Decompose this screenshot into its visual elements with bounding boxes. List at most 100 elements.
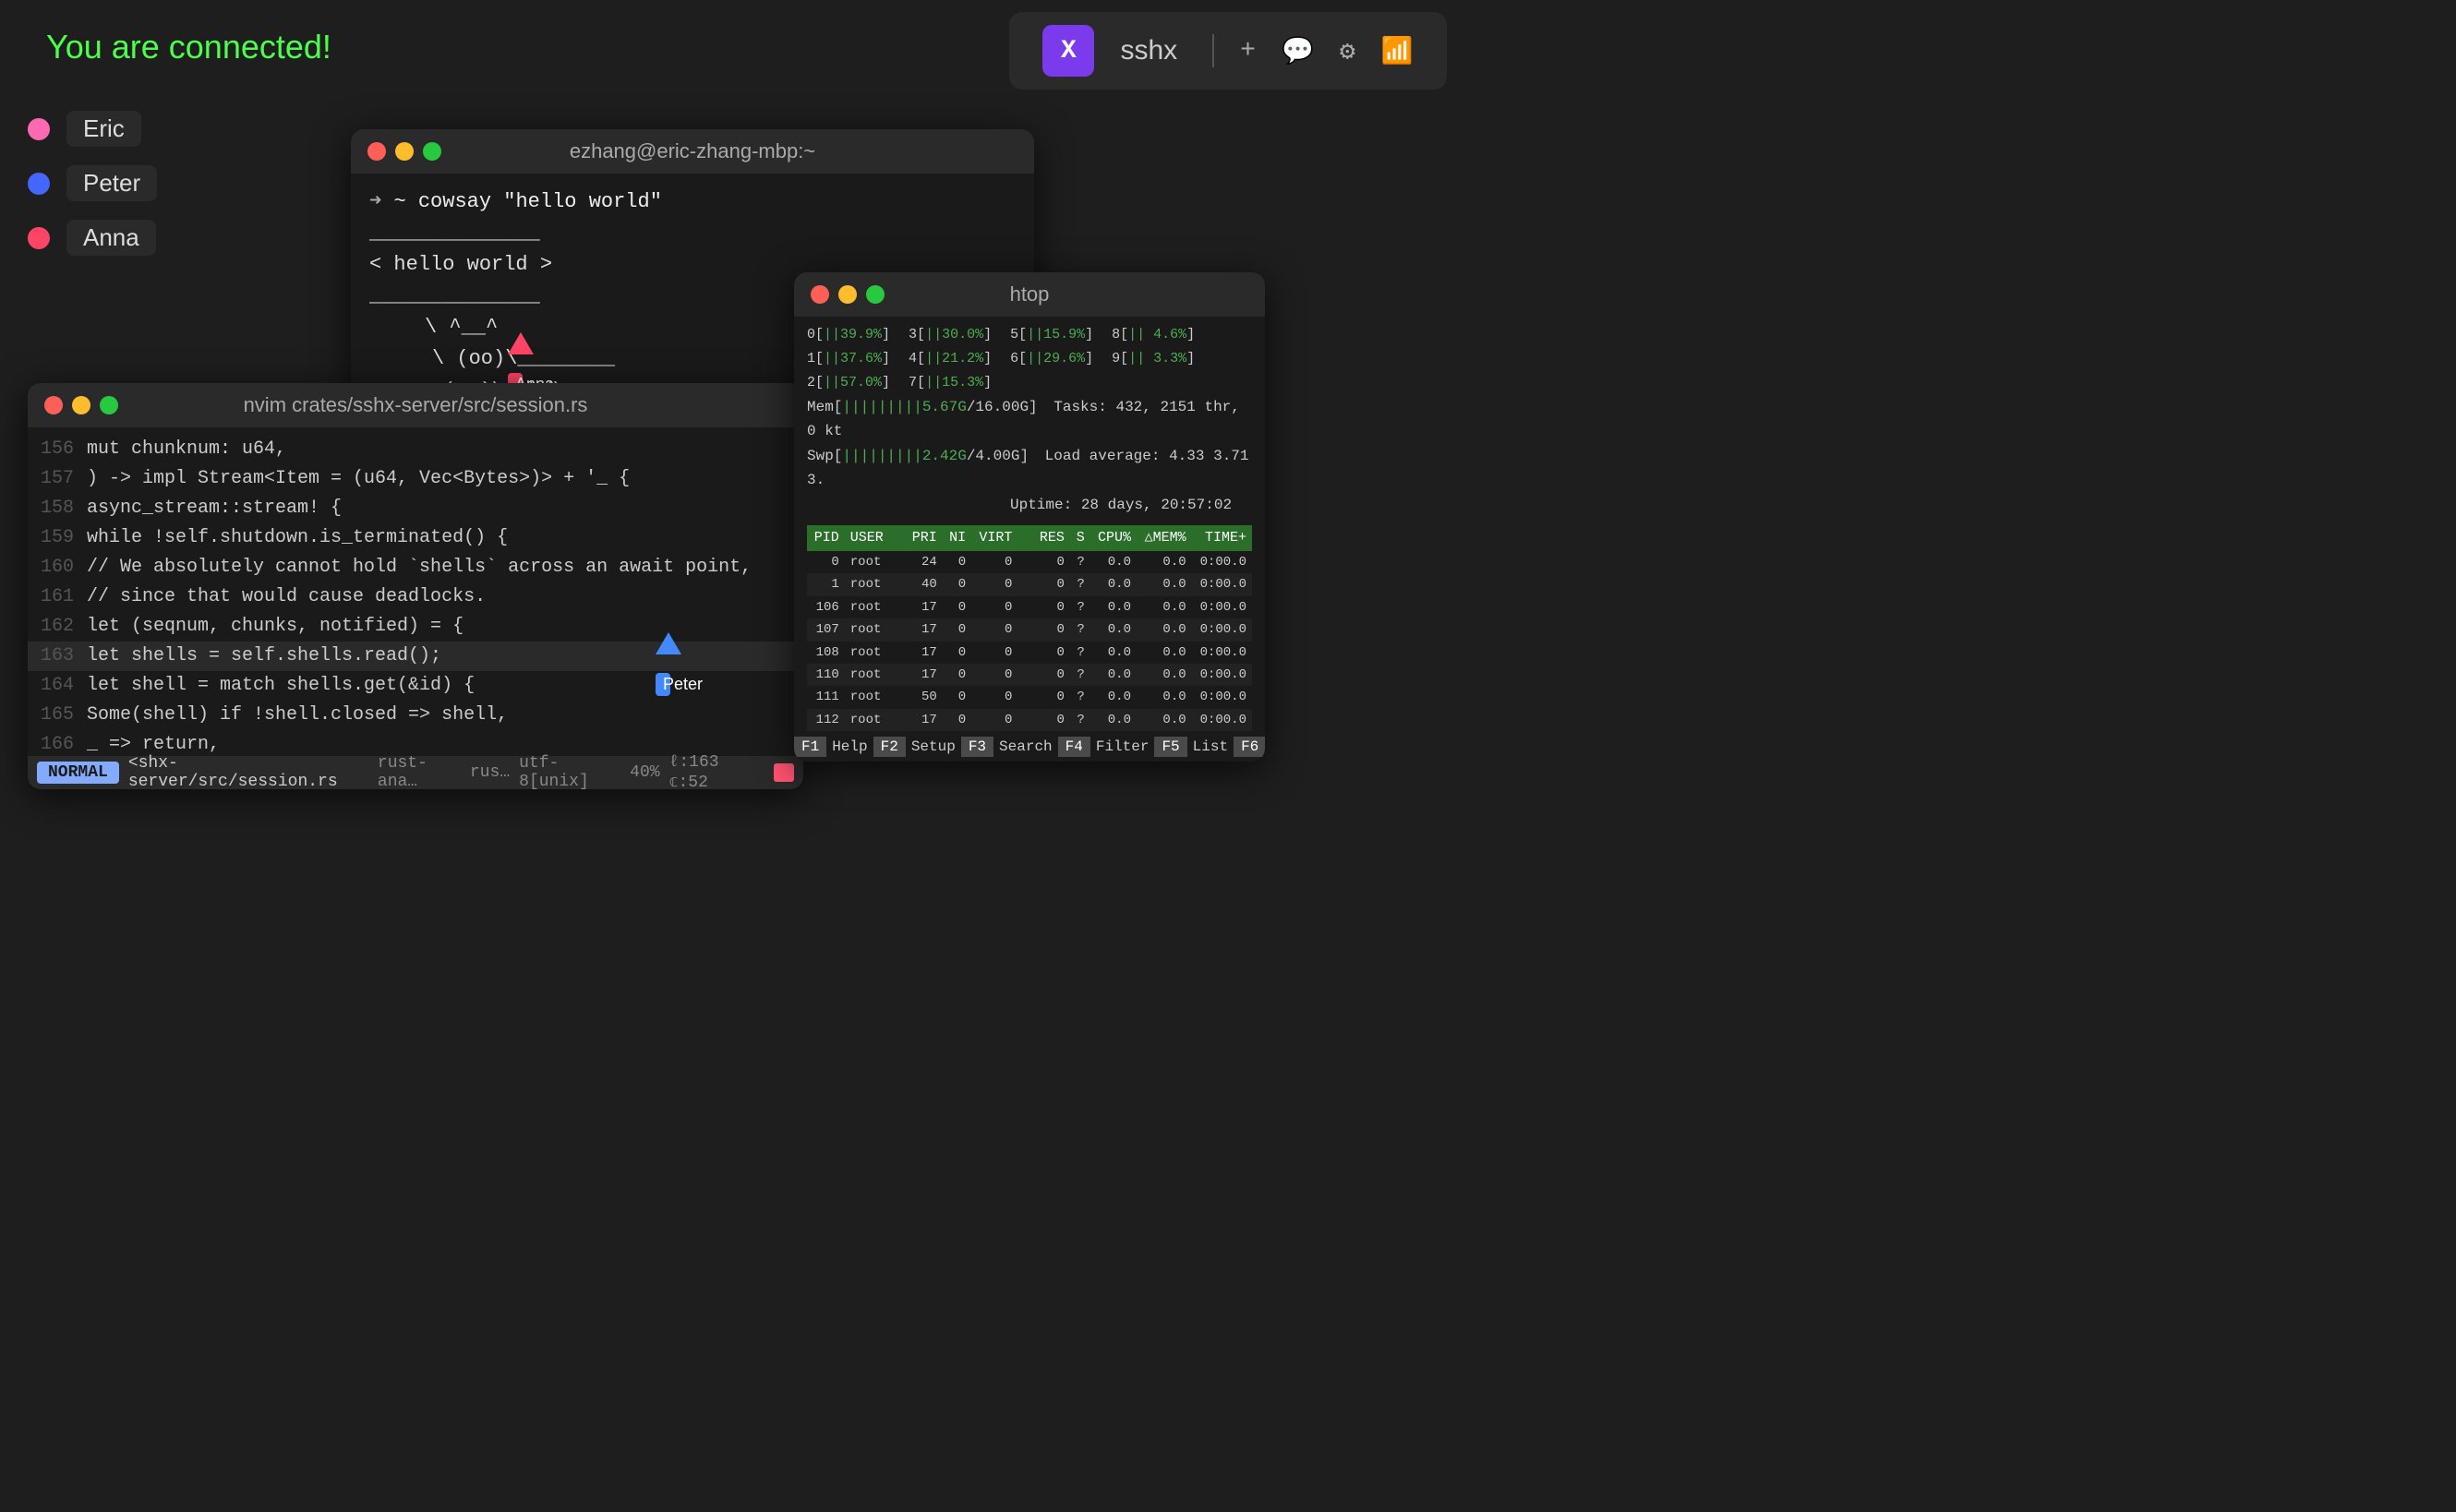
- htop-col-pid: PID: [807, 525, 845, 551]
- htop-swap: Swp[|||||||||2.42G/4.00G] Load average: …: [807, 445, 1252, 492]
- htop-cell: 0: [971, 642, 1017, 664]
- htop-cell: root: [845, 642, 905, 664]
- nvim-minimize-btn[interactable]: [72, 396, 90, 414]
- htop-window: htop 0[||39.9%] 3[||30.0%] 5[||15.9%] 8[…: [794, 272, 1265, 762]
- htop-f5[interactable]: F5: [1154, 737, 1186, 757]
- htop-mem: Mem[|||||||||5.67G/16.00G] Tasks: 432, 2…: [807, 396, 1252, 443]
- line-number-165: 165: [41, 701, 87, 730]
- htop-cell: 0.0: [1090, 596, 1137, 618]
- htop-cpu-1: 1[||37.6%]: [807, 348, 890, 370]
- htop-cell: 0: [943, 709, 971, 731]
- htop-cell: 0: [971, 573, 1017, 595]
- htop-filter[interactable]: Filter: [1090, 737, 1155, 757]
- htop-cell: root: [845, 664, 905, 686]
- nvim-titlebar: nvim crates/sshx-server/src/session.rs: [28, 383, 803, 427]
- htop-cpu-4: 4[||21.2%]: [909, 348, 992, 370]
- line-number-156: 156: [41, 435, 87, 464]
- htop-cell: 0: [971, 664, 1017, 686]
- htop-list[interactable]: List: [1187, 737, 1234, 757]
- table-row[interactable]: 112root17000?0.00.00:00.0: [807, 709, 1252, 731]
- nvim-line-165: 165 Some(shell) if !shell.closed => shel…: [28, 701, 803, 730]
- htop-setup[interactable]: Setup: [906, 737, 961, 757]
- table-row[interactable]: 108root17000?0.00.00:00.0: [807, 642, 1252, 664]
- nvim-position: ℓ:163 𝕔:52: [669, 753, 761, 789]
- terminal-close-btn[interactable]: [367, 142, 386, 161]
- terminal-minimize-btn[interactable]: [395, 142, 414, 161]
- nvim-line-161: 161 // since that would cause deadlocks.: [28, 582, 803, 612]
- line-content-162: let (seqnum, chunks, notified) = {: [87, 612, 464, 642]
- htop-cell: ?: [1070, 686, 1090, 708]
- htop-col-pri: PRI: [905, 525, 943, 551]
- htop-f3[interactable]: F3: [961, 737, 993, 757]
- htop-cell: 0.0: [1137, 596, 1192, 618]
- htop-cell: 0: [943, 642, 971, 664]
- htop-f2[interactable]: F2: [873, 737, 906, 757]
- htop-f1[interactable]: F1: [794, 737, 826, 757]
- users-panel: Eric Peter Anna: [28, 111, 157, 256]
- htop-cell: 17: [905, 664, 943, 686]
- nvim-content[interactable]: 156 mut chunknum: u64,157) -> impl Strea…: [28, 427, 803, 789]
- htop-cell: ?: [1070, 709, 1090, 731]
- user-dot-anna: [28, 227, 50, 249]
- htop-cell: 0.0: [1137, 709, 1192, 731]
- nvim-fullscreen-btn[interactable]: [100, 396, 118, 414]
- table-row[interactable]: 0root24000?0.00.00:00.0: [807, 551, 1252, 573]
- nvim-line-157: 157) -> impl Stream<Item = (u64, Vec<Byt…: [28, 464, 803, 494]
- add-session-icon[interactable]: +: [1240, 37, 1256, 66]
- htop-cell: 0: [943, 596, 971, 618]
- htop-cell: 50: [905, 686, 943, 708]
- settings-icon[interactable]: ⚙: [1340, 35, 1355, 67]
- htop-fullscreen-btn[interactable]: [866, 285, 885, 304]
- htop-cell: 0.0: [1137, 573, 1192, 595]
- table-row[interactable]: 1root40000?0.00.00:00.0: [807, 573, 1252, 595]
- htop-help[interactable]: Help: [826, 737, 873, 757]
- htop-cpu-0: 0[||39.9%]: [807, 324, 890, 346]
- htop-cell: 0:00.0: [1192, 664, 1252, 686]
- chat-icon[interactable]: 💬: [1282, 35, 1314, 67]
- htop-title: htop: [1010, 282, 1050, 306]
- nvim-close-btn[interactable]: [44, 396, 63, 414]
- htop-minimize-btn[interactable]: [838, 285, 857, 304]
- htop-cell: 0.0: [1090, 642, 1137, 664]
- htop-cell: 110: [807, 664, 845, 686]
- htop-cell: 107: [807, 618, 845, 641]
- htop-process-table: PID USER PRI NI VIRT RES S CPU% △MEM% TI…: [807, 525, 1252, 762]
- htop-cell: 0: [1017, 642, 1069, 664]
- nvim-window: nvim crates/sshx-server/src/session.rs 1…: [28, 383, 803, 789]
- terminal-line-1: ➜ ~ cowsay "hello world": [369, 186, 1016, 218]
- nvim-percent: 40%: [630, 763, 659, 782]
- htop-cell: 0:00.0: [1192, 709, 1252, 731]
- table-row[interactable]: 106root17000?0.00.00:00.0: [807, 596, 1252, 618]
- line-number-160: 160: [41, 553, 87, 582]
- line-content-159: while !self.shutdown.is_terminated() {: [87, 523, 508, 553]
- nvim-lang2: rus…: [470, 763, 510, 782]
- htop-f6[interactable]: F6: [1234, 737, 1265, 757]
- htop-cell: 112: [807, 709, 845, 731]
- nvim-title: nvim crates/sshx-server/src/session.rs: [244, 393, 588, 417]
- line-content-160: // We absolutely cannot hold `shells` ac…: [87, 553, 752, 582]
- table-row[interactable]: 107root17000?0.00.00:00.0: [807, 618, 1252, 641]
- htop-close-btn[interactable]: [811, 285, 829, 304]
- htop-cell: 0.0: [1090, 551, 1137, 573]
- line-content-164: let shell = match shells.get(&id) {: [87, 671, 475, 701]
- terminal-fullscreen-btn[interactable]: [423, 142, 441, 161]
- line-content-165: Some(shell) if !shell.closed => shell,: [87, 701, 508, 730]
- table-row[interactable]: 110root17000?0.00.00:00.0: [807, 664, 1252, 686]
- table-row[interactable]: 111root50000?0.00.00:00.0: [807, 686, 1252, 708]
- line-number-163: 163: [41, 642, 87, 671]
- htop-col-user: USER: [845, 525, 905, 551]
- htop-cell: 0:00.0: [1192, 551, 1252, 573]
- htop-f4[interactable]: F4: [1058, 737, 1090, 757]
- htop-col-time: TIME+: [1192, 525, 1252, 551]
- htop-search[interactable]: Search: [993, 737, 1058, 757]
- nvim-encoding: utf-8[unix]: [519, 754, 620, 789]
- htop-cpu-5: 5[||15.9%]: [1010, 324, 1093, 346]
- htop-cell: 0: [943, 686, 971, 708]
- htop-cell: ?: [1070, 596, 1090, 618]
- line-number-158: 158: [41, 494, 87, 523]
- nvim-lang1: rust-ana…: [378, 754, 461, 789]
- htop-cell: 0.0: [1137, 642, 1192, 664]
- htop-cell: 0.0: [1090, 573, 1137, 595]
- wifi-icon[interactable]: 📶: [1381, 35, 1414, 67]
- toolbar-divider: [1212, 34, 1214, 67]
